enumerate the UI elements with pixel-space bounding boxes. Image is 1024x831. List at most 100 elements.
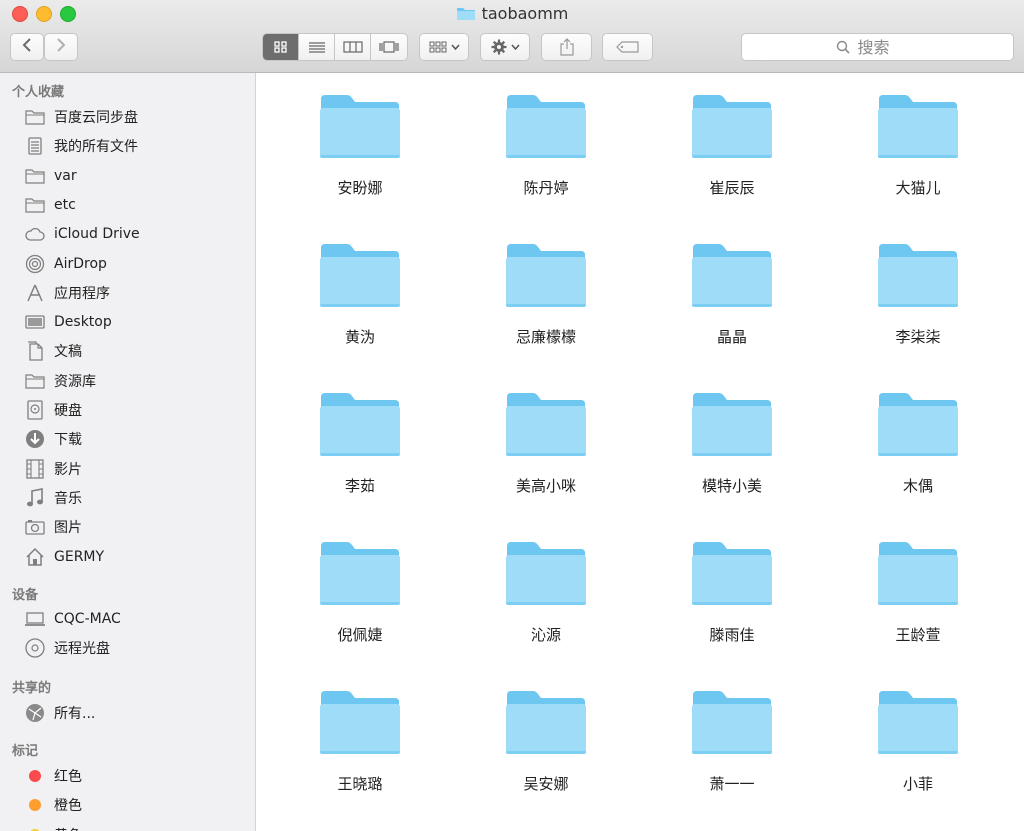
folder-icon [505,242,587,308]
sidebar-tag-item[interactable]: 黄色 [24,822,82,831]
sidebar-favorite-item[interactable]: 百度云同步盘 [24,104,138,130]
sidebar-favorite-item[interactable]: 硬盘 [24,397,82,423]
sidebar-device-item-label: 远程光盘 [54,641,110,658]
icon-view-button[interactable] [263,34,299,60]
documents-icon [24,341,46,362]
window-title-text: taobaomm [481,4,569,23]
coverflow-view-button[interactable] [371,34,407,60]
sidebar-favorite-item-label: 应用程序 [54,285,110,302]
folder-icon [24,166,46,186]
folder-icon [319,540,401,606]
folder-item[interactable]: 沁源 [471,540,621,670]
sidebar-favorite-item[interactable]: Desktop [24,309,112,335]
sidebar-favorite-item[interactable]: 我的所有文件 [24,133,138,159]
cloud-icon [24,224,46,244]
folder-item[interactable]: 木偶 [843,391,993,521]
folder-item[interactable]: 黄沩 [285,242,435,372]
folder-item[interactable]: 崔辰辰 [657,93,807,223]
airdrop-icon [24,254,46,274]
minimize-button[interactable] [36,6,52,22]
sidebar-favorite-item-label: 图片 [54,520,82,537]
sidebar-favorite-item[interactable]: 音乐 [24,485,82,511]
list-view-icon [308,42,325,53]
sidebar-favorite-item-label: AirDrop [54,255,107,272]
folder-icon [505,540,587,606]
sidebar-favorite-item[interactable]: AirDrop [24,251,107,277]
close-button[interactable] [12,6,28,22]
sidebar-favorite-item[interactable]: var [24,163,77,189]
folder-item[interactable]: 王龄萱 [843,540,993,670]
folder-item[interactable]: 吴安娜 [471,689,621,819]
sidebar-tag-item[interactable]: 橙色 [24,792,82,818]
folder-label: 滕雨佳 [709,626,755,644]
sidebar-favorite-item[interactable]: 应用程序 [24,280,110,306]
folder-item[interactable]: 模特小美 [657,391,807,521]
sidebar-favorite-item[interactable]: 影片 [24,456,82,482]
folder-label: 安盼娜 [337,179,383,197]
chevron-left-icon [22,38,32,56]
laptop-icon [24,609,46,629]
applications-icon [24,283,46,303]
home-icon [24,547,46,567]
sidebar-shared-item[interactable]: 所有... [24,700,95,726]
sidebar-device-item[interactable]: 远程光盘 [24,635,110,661]
favorites-header: 个人收藏 [12,85,65,100]
folder-item[interactable]: 大猫儿 [843,93,993,223]
column-view-button[interactable] [335,34,371,60]
arrange-button[interactable] [419,33,469,61]
devices-header: 设备 [12,588,39,603]
icon-view-icon [273,41,287,53]
action-button[interactable] [480,33,530,61]
forward-button[interactable] [44,33,78,61]
sidebar-tag-item-label: 红色 [54,769,82,785]
tag-button[interactable] [602,33,653,61]
list-view-button[interactable] [299,34,335,60]
sidebar-favorite-item[interactable]: etc [24,192,76,218]
sidebar-favorite-item[interactable]: iCloud Drive [24,221,140,247]
sidebar-favorite-item[interactable]: GERMY [24,544,104,570]
sidebar-favorite-item[interactable]: 下载 [24,426,82,452]
folder-item[interactable]: 陈丹婷 [471,93,621,223]
folder-item[interactable]: 倪佩婕 [285,540,435,670]
folder-item[interactable]: 滕雨佳 [657,540,807,670]
sidebar-favorite-item[interactable]: 资源库 [24,368,96,394]
sidebar-favorite-item[interactable]: 文稿 [24,338,82,364]
sidebar-favorite-item-label: var [54,167,77,184]
sidebar-favorite-item-label: 音乐 [54,490,82,507]
folder-item[interactable]: 萧一一 [657,689,807,819]
folder-label: 小菲 [902,775,933,793]
share-button[interactable] [541,33,592,61]
chevron-right-icon [56,38,66,56]
sidebar-favorite-item[interactable]: 图片 [24,514,82,540]
folder-label: 大猫儿 [895,179,941,197]
search-icon [836,40,850,54]
folder-item[interactable]: 美高小咪 [471,391,621,521]
folder-label: 晶晶 [716,328,747,346]
folder-item[interactable]: 忌廉檬檬 [471,242,621,372]
sidebar-device-item[interactable]: CQC-MAC [24,606,121,632]
folder-item[interactable]: 李柒柒 [843,242,993,372]
folder-item[interactable]: 安盼娜 [285,93,435,223]
folder-icon [24,107,46,127]
search-input[interactable] [855,36,920,58]
folder-item[interactable]: 晶晶 [657,242,807,372]
folder-label: 王龄萱 [895,626,941,644]
disc-icon [24,638,46,658]
folder-icon [505,689,587,755]
sidebar-tag-item[interactable]: 红色 [24,763,82,789]
window-controls [12,6,76,22]
zoom-button[interactable] [60,6,76,22]
folder-icon [877,391,959,457]
search-field[interactable] [741,33,1014,61]
sidebar-tag-item-label: 橙色 [54,798,82,815]
folder-label: 黄沩 [344,328,375,346]
folder-label: 萧一一 [709,775,755,793]
folder-icon [24,195,46,215]
folder-item[interactable]: 小菲 [843,689,993,819]
sidebar-favorite-item-label: iCloud Drive [54,226,140,243]
back-button[interactable] [10,33,44,61]
sidebar-favorite-item-label: etc [54,196,76,213]
folder-item[interactable]: 王晓璐 [285,689,435,819]
folder-item[interactable]: 李茹 [285,391,435,521]
folder-icon [691,391,773,457]
